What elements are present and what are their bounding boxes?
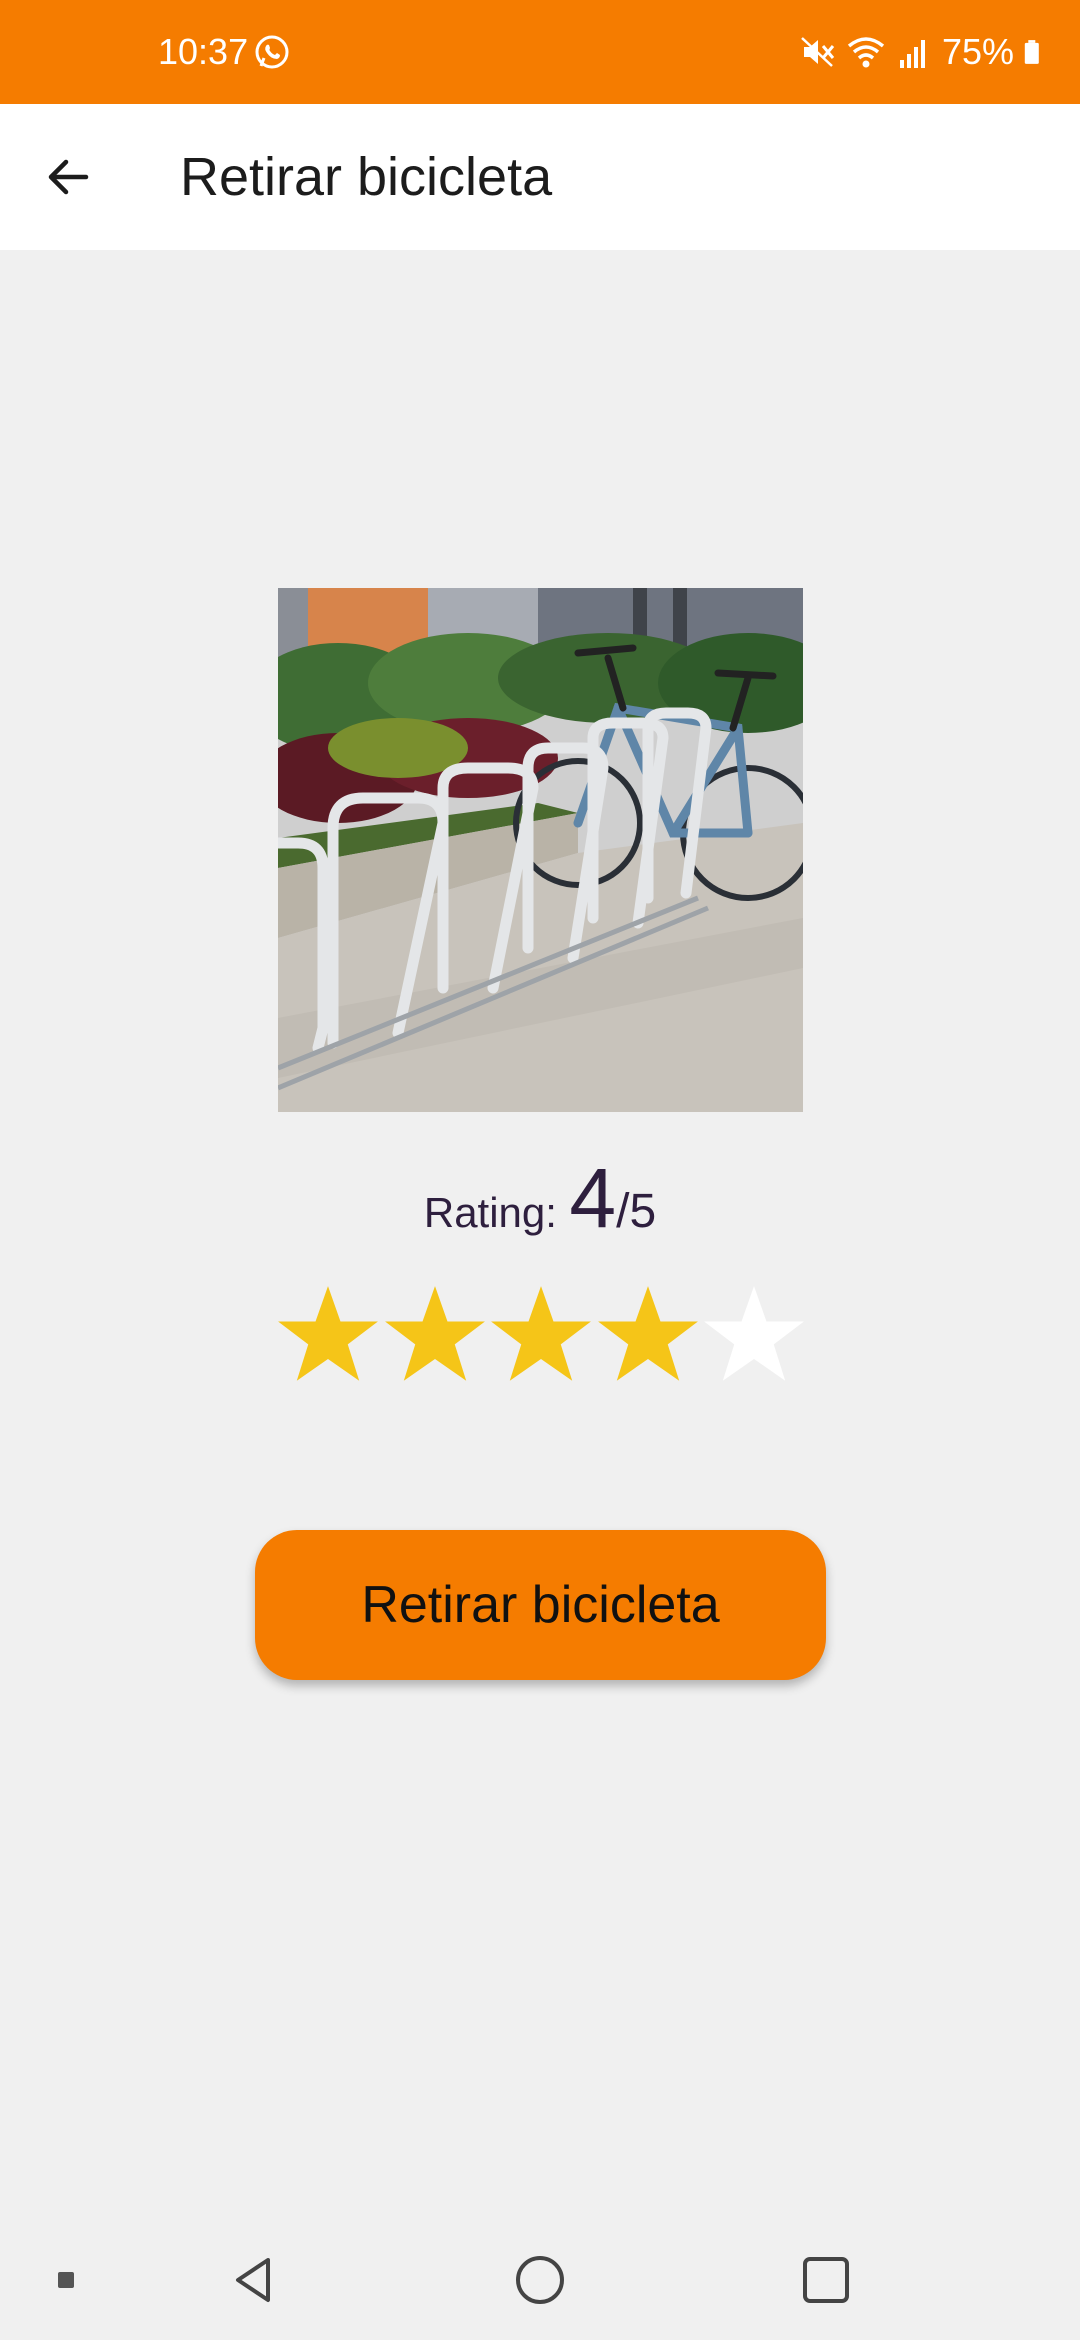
nav-overview-button[interactable] — [790, 2244, 862, 2316]
star-icon-empty[interactable] — [702, 1282, 806, 1386]
back-button[interactable] — [28, 137, 108, 217]
star-icon-filled[interactable] — [489, 1282, 593, 1386]
status-time: 10:37 — [158, 31, 249, 72]
rating-value: 4 — [569, 1151, 617, 1245]
recents-dot-button[interactable] — [30, 2244, 102, 2316]
home-circle-icon — [516, 2256, 564, 2304]
nav-home-button[interactable] — [504, 2244, 576, 2316]
screen: 10:37 75% Retirar bicicleta Rating: 4/5 … — [0, 0, 1080, 2340]
status-bar: 10:37 75% — [0, 0, 1080, 104]
star-rating[interactable] — [276, 1282, 806, 1386]
back-triangle-icon — [236, 2258, 270, 2302]
star-icon-filled[interactable] — [596, 1282, 700, 1386]
bike-rack-image — [278, 588, 803, 1112]
arrow-left-icon — [48, 159, 89, 195]
star-icon-filled[interactable] — [383, 1282, 487, 1386]
wifi-icon — [847, 37, 885, 68]
system-nav-bar — [0, 2220, 1080, 2340]
battery-percent: 75% — [941, 31, 1014, 72]
overview-square-icon — [803, 2257, 849, 2303]
signal-icon — [899, 40, 925, 68]
mute-icon — [801, 37, 835, 67]
withdraw-bike-button-label: Retirar bicicleta — [361, 1576, 720, 1634]
battery-icon — [1024, 40, 1039, 64]
star-icon-filled[interactable] — [276, 1282, 380, 1386]
whatsapp-icon — [255, 35, 289, 69]
rating-max: /5 — [616, 1185, 657, 1238]
nav-back-button[interactable] — [218, 2244, 290, 2316]
recents-dot-icon — [58, 2272, 74, 2288]
app-bar: Retirar bicicleta — [0, 104, 1080, 250]
status-icons: 75% — [798, 28, 1050, 76]
rating-text: Rating: 4/5 — [0, 1150, 1080, 1247]
rating-label: Rating: — [423, 1189, 557, 1236]
page-title: Retirar bicicleta — [180, 147, 553, 207]
withdraw-bike-button[interactable]: Retirar bicicleta — [255, 1530, 826, 1680]
